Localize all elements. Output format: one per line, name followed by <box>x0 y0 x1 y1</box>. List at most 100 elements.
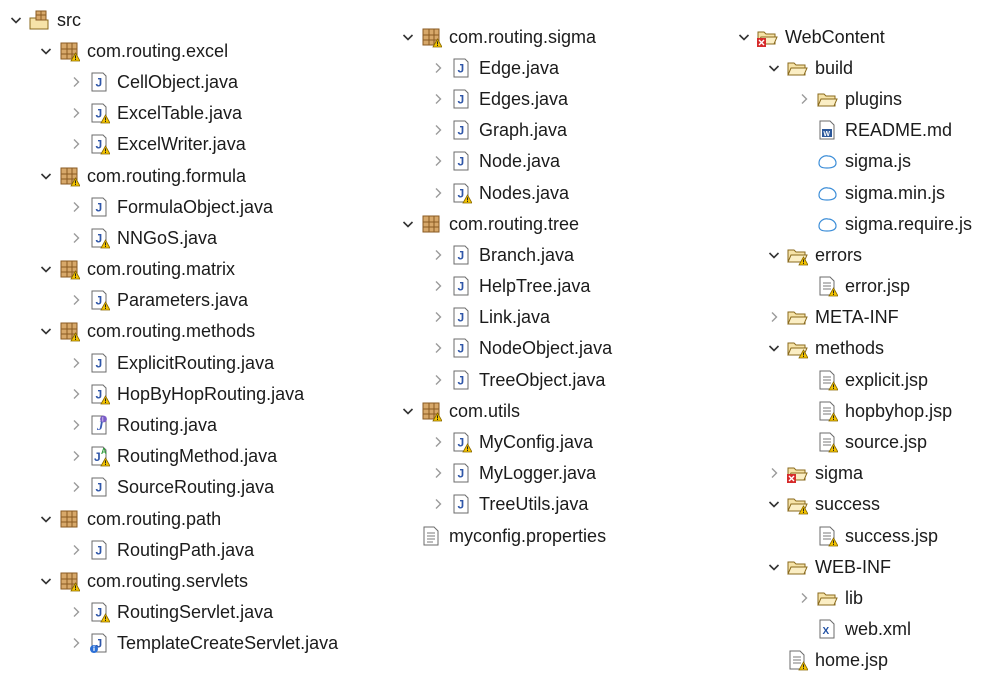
tree-item[interactable]: J NNGoS.java <box>0 222 338 253</box>
chevron-down-icon[interactable] <box>766 247 782 263</box>
tree-item[interactable]: J RoutingServlet.java <box>0 597 338 628</box>
tree-item[interactable]: J ExcelTable.java <box>0 98 338 129</box>
tree-item[interactable]: W README.md <box>728 115 972 146</box>
tree-item[interactable]: J TreeUtils.java <box>392 489 612 520</box>
chevron-right-icon[interactable] <box>68 635 84 651</box>
tree-item[interactable]: sigma.js <box>728 146 972 177</box>
chevron-right-icon[interactable] <box>68 386 84 402</box>
tree-item[interactable]: hopbyhop.jsp <box>728 395 972 426</box>
chevron-right-icon[interactable] <box>766 309 782 325</box>
chevron-right-icon[interactable] <box>430 153 446 169</box>
chevron-right-icon[interactable] <box>68 355 84 371</box>
chevron-right-icon[interactable] <box>68 604 84 620</box>
chevron-right-icon[interactable] <box>430 91 446 107</box>
tree-item[interactable]: J Node.java <box>392 146 612 177</box>
tree-item[interactable]: com.routing.sigma <box>392 21 612 52</box>
tree-item[interactable]: J HopByHopRouting.java <box>0 378 338 409</box>
tree-item[interactable]: J I Routing.java <box>0 409 338 440</box>
tree-item[interactable]: J Edges.java <box>392 83 612 114</box>
tree-item[interactable]: WebContent <box>728 21 972 52</box>
chevron-right-icon[interactable] <box>68 74 84 90</box>
tree-item[interactable]: lib <box>728 582 972 613</box>
tree-item[interactable]: J Nodes.java <box>392 177 612 208</box>
chevron-down-icon[interactable] <box>38 573 54 589</box>
tree-item[interactable]: com.routing.formula <box>0 160 338 191</box>
chevron-right-icon[interactable] <box>430 309 446 325</box>
chevron-right-icon[interactable] <box>68 292 84 308</box>
chevron-down-icon[interactable] <box>766 60 782 76</box>
tree-item[interactable]: error.jsp <box>728 271 972 302</box>
tree-item[interactable]: J NodeObject.java <box>392 333 612 364</box>
tree-item[interactable]: com.routing.servlets <box>0 565 338 596</box>
tree-item[interactable]: src <box>0 4 338 35</box>
chevron-right-icon[interactable] <box>68 136 84 152</box>
tree-item[interactable]: J MyConfig.java <box>392 426 612 457</box>
tree-item[interactable]: build <box>728 52 972 83</box>
chevron-down-icon[interactable] <box>38 323 54 339</box>
tree-item[interactable]: sigma <box>728 458 972 489</box>
chevron-right-icon[interactable] <box>430 340 446 356</box>
tree-item[interactable]: success.jsp <box>728 520 972 551</box>
chevron-down-icon[interactable] <box>766 496 782 512</box>
tree-item[interactable]: explicit.jsp <box>728 364 972 395</box>
chevron-right-icon[interactable] <box>68 199 84 215</box>
chevron-down-icon[interactable] <box>400 216 416 232</box>
tree-item[interactable]: com.routing.excel <box>0 35 338 66</box>
tree-item[interactable]: home.jsp <box>728 645 972 676</box>
chevron-down-icon[interactable] <box>38 511 54 527</box>
chevron-right-icon[interactable] <box>68 417 84 433</box>
chevron-right-icon[interactable] <box>68 542 84 558</box>
tree-item[interactable]: J Branch.java <box>392 239 612 270</box>
tree-item[interactable]: J Link.java <box>392 302 612 333</box>
tree-item[interactable]: com.utils <box>392 395 612 426</box>
tree-item[interactable]: J MyLogger.java <box>392 458 612 489</box>
chevron-down-icon[interactable] <box>766 559 782 575</box>
chevron-right-icon[interactable] <box>430 185 446 201</box>
tree-item[interactable]: J ExplicitRouting.java <box>0 347 338 378</box>
chevron-right-icon[interactable] <box>796 590 812 606</box>
chevron-down-icon[interactable] <box>38 168 54 184</box>
chevron-right-icon[interactable] <box>430 496 446 512</box>
tree-item[interactable]: J ExcelWriter.java <box>0 129 338 160</box>
tree-item[interactable]: J Parameters.java <box>0 285 338 316</box>
tree-item[interactable]: J Edge.java <box>392 52 612 83</box>
tree-item[interactable]: methods <box>728 333 972 364</box>
chevron-right-icon[interactable] <box>766 465 782 481</box>
tree-item[interactable]: WEB-INF <box>728 551 972 582</box>
tree-item[interactable]: errors <box>728 239 972 270</box>
tree-item[interactable]: J HelpTree.java <box>392 271 612 302</box>
tree-item[interactable]: J SourceRouting.java <box>0 472 338 503</box>
chevron-right-icon[interactable] <box>68 479 84 495</box>
chevron-down-icon[interactable] <box>400 29 416 45</box>
chevron-down-icon[interactable] <box>8 12 24 28</box>
chevron-right-icon[interactable] <box>68 105 84 121</box>
chevron-right-icon[interactable] <box>430 122 446 138</box>
chevron-down-icon[interactable] <box>400 403 416 419</box>
tree-item[interactable]: J TreeObject.java <box>392 364 612 395</box>
tree-item[interactable]: J RoutingPath.java <box>0 534 338 565</box>
tree-item[interactable]: source.jsp <box>728 426 972 457</box>
chevron-down-icon[interactable] <box>38 261 54 277</box>
tree-item[interactable]: com.routing.matrix <box>0 254 338 285</box>
chevron-down-icon[interactable] <box>736 29 752 45</box>
chevron-right-icon[interactable] <box>68 448 84 464</box>
tree-item[interactable]: com.routing.methods <box>0 316 338 347</box>
chevron-right-icon[interactable] <box>68 230 84 246</box>
tree-item[interactable]: sigma.require.js <box>728 208 972 239</box>
tree-item[interactable]: J CellObject.java <box>0 66 338 97</box>
tree-item[interactable]: Xweb.xml <box>728 614 972 645</box>
tree-item[interactable]: J FormulaObject.java <box>0 191 338 222</box>
tree-item[interactable]: plugins <box>728 83 972 114</box>
tree-item[interactable]: J TemplateCreateServlet.java <box>0 628 338 659</box>
chevron-right-icon[interactable] <box>430 278 446 294</box>
tree-item[interactable]: com.routing.tree <box>392 208 612 239</box>
chevron-right-icon[interactable] <box>430 247 446 263</box>
chevron-right-icon[interactable] <box>430 60 446 76</box>
chevron-right-icon[interactable] <box>430 372 446 388</box>
chevron-right-icon[interactable] <box>796 91 812 107</box>
chevron-right-icon[interactable] <box>430 465 446 481</box>
tree-item[interactable]: com.routing.path <box>0 503 338 534</box>
tree-item[interactable]: success <box>728 489 972 520</box>
tree-item[interactable]: META-INF <box>728 302 972 333</box>
tree-item[interactable]: myconfig.properties <box>392 520 612 551</box>
